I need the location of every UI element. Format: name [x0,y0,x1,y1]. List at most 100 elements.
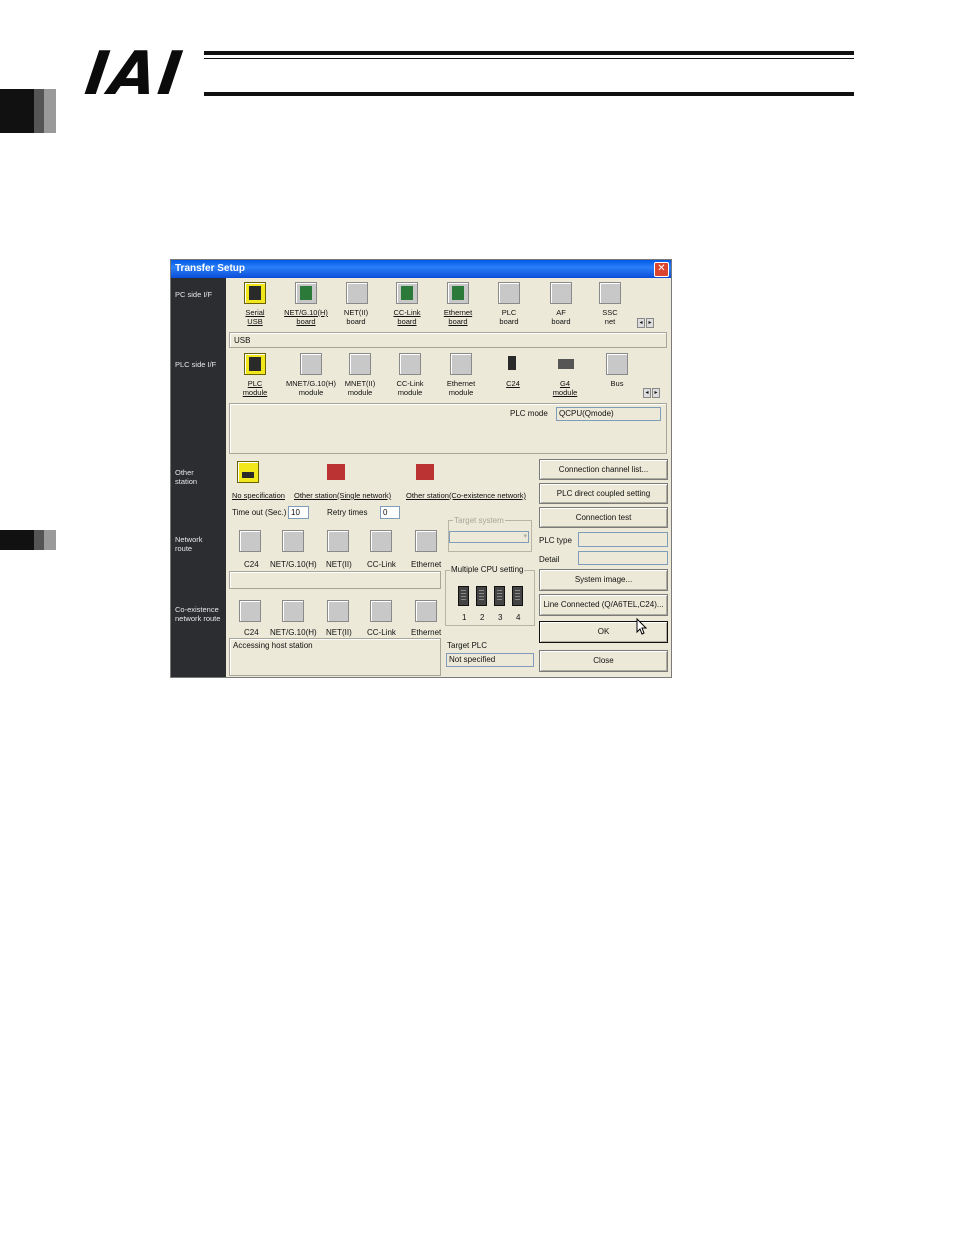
plc-bus-icon[interactable] [606,353,628,375]
coex-ethernet-icon[interactable] [415,600,437,622]
coex-label: Ethernet [411,628,442,637]
cpu-1-icon[interactable] [458,586,469,606]
plc-mode-field: QCPU(Qmode) [556,407,661,421]
left-nav: PC side I/F PLC side I/F Other station N… [171,278,226,677]
coex-cclink-icon[interactable] [370,600,392,622]
nav-network-route: Network route [175,535,203,553]
scroll-left-icon[interactable]: ◂ [637,318,645,328]
plc-item-label: G4 module [552,379,578,397]
plc-c24-icon[interactable] [502,353,524,375]
plc-cclink-module-icon[interactable] [399,353,421,375]
nav-coexistence-route: Co-existence network route [175,605,221,623]
title-bar: Transfer Setup ✕ [171,260,671,278]
plc-item-label: Bus [610,379,624,388]
header-rule-mid [204,58,854,59]
pc-netg10-board-icon[interactable] [295,282,317,304]
cpu-2-icon[interactable] [476,586,487,606]
route-label: NET(II) [326,560,352,569]
network-route-panel [229,571,441,589]
pc-cclink-board-icon[interactable] [396,282,418,304]
header-rule-top [204,51,854,55]
target-plc-label: Target PLC [447,641,488,650]
coexistence-status: Accessing host station [233,641,313,650]
cpu-3-icon[interactable] [494,586,505,606]
plc-ethernet-module-icon[interactable] [450,353,472,375]
timeout-field[interactable]: 10 [288,506,309,519]
scroll-left-icon[interactable]: ◂ [643,388,651,398]
pc-plc-board-icon[interactable] [498,282,520,304]
route-label: NET/G.10(H) [270,560,317,569]
coex-netg10-icon[interactable] [282,600,304,622]
plc-mnetg10-module-icon[interactable] [300,353,322,375]
cpu-4-icon[interactable] [512,586,523,606]
detail-field [578,551,668,565]
single-network-icon[interactable] [325,461,347,483]
pc-item-label: PLC board [499,308,519,326]
pc-item-label: SSC net [602,308,618,326]
transfer-setup-window: Transfer Setup ✕ PC side I/F PLC side I/… [170,259,672,678]
nav-plc-side: PLC side I/F [175,360,217,369]
target-plc-field: Not specified [446,653,534,667]
plc-mode-label: PLC mode [510,409,548,418]
coex-label: NET(II) [326,628,352,637]
route-netg10-icon[interactable] [282,530,304,552]
option-coexistence-network[interactable]: Other station(Co-existence network) [406,491,526,500]
section-tab-top-gray [34,89,44,133]
route-c24-icon[interactable] [239,530,261,552]
coex-label: C24 [244,628,259,637]
connection-channel-list-button[interactable]: Connection channel list... [539,459,668,480]
coex-label: NET/G.10(H) [270,628,317,637]
plc-mnet2-module-icon[interactable] [349,353,371,375]
coex-net2-icon[interactable] [327,600,349,622]
scroll-right-icon[interactable]: ▸ [646,318,654,328]
plc-item-label: Ethernet module [446,379,476,397]
cpu-number: 2 [480,613,485,622]
plc-type-field [578,532,668,547]
section-tab-top-light [44,89,56,133]
pc-af-board-icon[interactable] [550,282,572,304]
plc-type-label: PLC type [539,536,572,545]
pc-serial-usb-icon[interactable] [244,282,266,304]
plc-item-label: PLC module [242,379,268,397]
pc-net2-board-icon[interactable] [346,282,368,304]
pc-ssc-net-icon[interactable] [599,282,621,304]
section-tab-side-gray [34,530,44,550]
retry-label: Retry times [327,508,368,517]
route-net2-icon[interactable] [327,530,349,552]
route-ethernet-icon[interactable] [415,530,437,552]
plc-direct-coupled-button[interactable]: PLC direct coupled setting [539,483,668,504]
nav-pc-side: PC side I/F [175,290,213,299]
section-tab-side-light [44,530,56,550]
ok-button[interactable]: OK [539,621,668,643]
route-label: C24 [244,560,259,569]
line-connected-button[interactable]: Line Connected (Q/A6TEL,C24)... [539,594,668,616]
retry-field[interactable]: 0 [380,506,400,519]
coex-c24-icon[interactable] [239,600,261,622]
coexistence-network-icon[interactable] [414,461,436,483]
iai-logo: IAI [81,39,189,109]
window-title: Transfer Setup [175,263,246,274]
scroll-right-icon[interactable]: ▸ [652,388,660,398]
pc-ethernet-board-icon[interactable] [447,282,469,304]
close-icon[interactable]: ✕ [654,262,669,277]
system-image-button[interactable]: System image... [539,569,668,591]
close-button[interactable]: Close [539,650,668,672]
header-rule-bottom [204,92,854,96]
plc-g4-module-icon[interactable] [554,353,576,375]
nav-other-station: Other station [175,468,198,486]
plc-item-label: C24 [506,379,520,388]
connection-test-button[interactable]: Connection test [539,507,668,528]
cpu-number: 4 [516,613,521,622]
mouse-cursor-icon [636,618,647,635]
option-no-specification[interactable]: No specification [232,491,285,500]
route-cclink-icon[interactable] [370,530,392,552]
pc-side-status-panel: USB [229,332,667,348]
multi-cpu-label: Multiple CPU setting [450,565,525,574]
option-single-network[interactable]: Other station(Single network) [294,491,391,500]
chevron-down-icon: ▾ [523,533,527,540]
no-specification-icon[interactable] [237,461,259,483]
detail-label: Detail [539,555,560,564]
plc-module-icon[interactable] [244,353,266,375]
plc-mode-panel: PLC mode QCPU(Qmode) [229,403,667,454]
target-system-select: ▾ [449,531,529,543]
